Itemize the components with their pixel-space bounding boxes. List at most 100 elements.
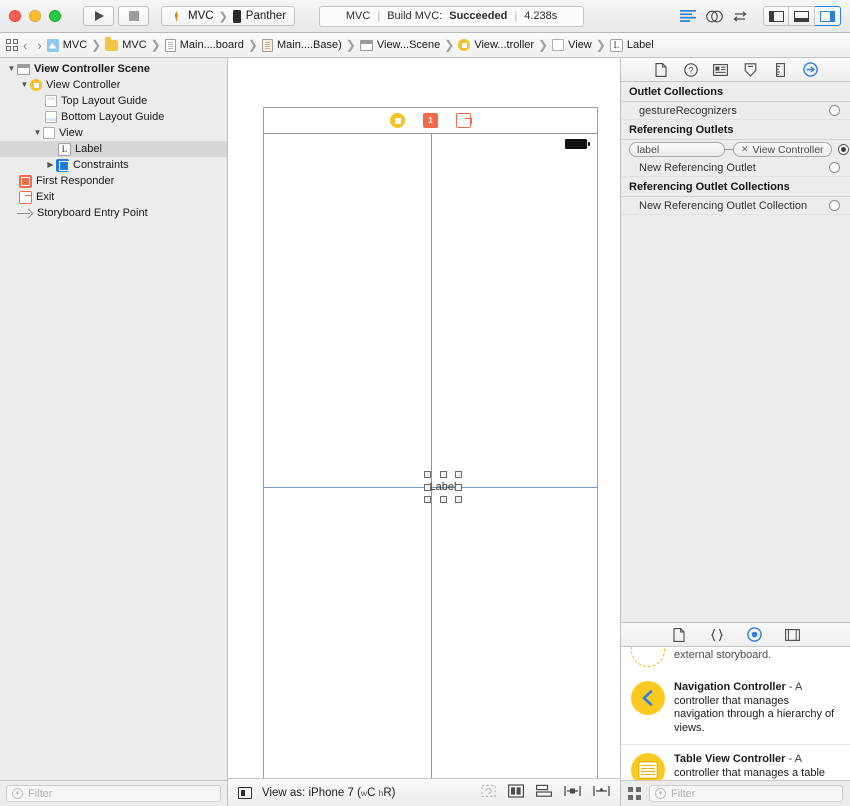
related-items-icon[interactable]	[6, 39, 18, 51]
resolve-issues-icon[interactable]	[593, 784, 610, 801]
breadcrumb-separator: ❯	[444, 38, 455, 52]
outline-row-exit[interactable]: Exit	[0, 189, 227, 205]
resize-handle-top-right[interactable]	[455, 471, 462, 478]
folder-icon	[105, 37, 119, 51]
toggle-navigator-button[interactable]	[763, 6, 789, 26]
outline-row-view[interactable]: ▼ View	[0, 125, 227, 141]
update-frames-icon[interactable]	[481, 784, 496, 801]
outlet-source-pill[interactable]: label	[629, 142, 725, 157]
pin-icon[interactable]	[564, 784, 581, 801]
size-inspector-tab[interactable]	[772, 61, 790, 79]
outline-row-label[interactable]: L Label	[0, 141, 227, 157]
status-result: Succeeded	[449, 10, 508, 22]
breadcrumb-item-view[interactable]: View	[552, 39, 592, 51]
minimize-window-button[interactable]	[29, 10, 41, 22]
localized-file-icon	[261, 38, 273, 52]
breadcrumb-item-project[interactable]: MVC	[46, 38, 87, 52]
disconnect-icon[interactable]: ✕	[741, 144, 749, 155]
outline-row-constraints[interactable]: ▶ Constraints	[0, 157, 227, 173]
breadcrumb-item-folder[interactable]: MVC	[105, 37, 147, 51]
file-inspector-tab[interactable]	[652, 61, 670, 79]
code-snippet-library-tab[interactable]	[708, 626, 726, 644]
toggle-utilities-button[interactable]	[815, 6, 841, 26]
resize-handle-bottom-center[interactable]	[439, 496, 447, 503]
disclosure-triangle-open-icon[interactable]: ▼	[6, 65, 17, 73]
view-as-icon[interactable]	[238, 786, 252, 799]
library-item-title: Table View Controller	[674, 753, 786, 765]
breadcrumb-item-view-controller[interactable]: View...troller	[458, 39, 534, 51]
status-action: Build MVC:	[387, 10, 443, 22]
version-editor-button[interactable]	[727, 6, 753, 27]
view-controller-scene-canvas[interactable]: 1 Label	[263, 107, 598, 778]
connection-row-new-referencing-outlet-collection[interactable]: New Referencing Outlet Collection	[621, 197, 850, 215]
selected-label-element[interactable]: Label	[424, 471, 462, 503]
outlet-target-pill[interactable]: ✕ View Controller	[733, 142, 832, 157]
object-library-list[interactable]: external storyboard. Navigation Controll…	[621, 647, 850, 780]
outline-filter-field[interactable]: ▼ Filter	[6, 785, 221, 802]
assistant-editor-button[interactable]	[701, 6, 727, 27]
resize-handle-middle-right[interactable]	[455, 483, 462, 491]
resize-handle-bottom-left[interactable]	[424, 496, 431, 503]
library-filter-bar: ▼ Filter	[621, 780, 850, 806]
resize-handle-bottom-right[interactable]	[455, 496, 462, 503]
storyboard-canvas[interactable]: 1 Label	[228, 58, 620, 778]
resize-handle-middle-left[interactable]	[424, 483, 431, 491]
breadcrumb-item-label[interactable]: L Label	[609, 38, 654, 52]
filter-placeholder: Filter	[28, 787, 53, 800]
scheme-selector[interactable]: MVC ❯ Panther	[161, 6, 296, 26]
quick-help-inspector-tab[interactable]: ?	[682, 61, 700, 79]
view-as-text[interactable]: View as: iPhone 7 (wC hR)	[262, 787, 395, 799]
standard-editor-button[interactable]	[675, 6, 701, 27]
media-library-tab[interactable]	[784, 626, 802, 644]
outline-row-view-controller-scene[interactable]: ▼ View Controller Scene	[0, 61, 227, 77]
breadcrumb-item-localization[interactable]: Main....Base)	[261, 38, 342, 52]
library-view-mode-icon[interactable]	[628, 787, 641, 800]
first-responder-icon[interactable]: 1	[423, 113, 438, 128]
view-controller-icon	[458, 39, 471, 51]
outline-row-bottom-layout-guide[interactable]: Bottom Layout Guide	[0, 109, 227, 125]
library-item-navigation-controller[interactable]: Navigation Controller - A controller tha…	[621, 673, 850, 745]
outline-row-top-layout-guide[interactable]: Top Layout Guide	[0, 93, 227, 109]
go-back-button[interactable]: ‹	[18, 38, 32, 53]
toggle-debug-area-button[interactable]	[789, 6, 815, 26]
connection-row-new-referencing-outlet[interactable]: New Referencing Outlet	[621, 159, 850, 177]
outline-row-view-controller[interactable]: ▼ View Controller	[0, 77, 227, 93]
breadcrumb-item-storyboard[interactable]: Main....board	[164, 38, 244, 52]
connections-inspector-tab[interactable]	[802, 61, 820, 79]
exit-icon[interactable]	[456, 113, 472, 128]
object-library-tab[interactable]	[746, 626, 764, 644]
resize-handle-top-left[interactable]	[424, 471, 431, 478]
resize-handle-top-center[interactable]	[439, 471, 447, 478]
run-button[interactable]	[83, 6, 114, 26]
disclosure-triangle-open-icon[interactable]: ▼	[19, 81, 30, 89]
identity-inspector-tab[interactable]	[712, 61, 730, 79]
stop-button[interactable]	[118, 6, 149, 26]
connection-well[interactable]	[829, 162, 840, 173]
file-template-library-tab[interactable]	[670, 626, 688, 644]
vertical-alignment-guide	[430, 134, 432, 778]
connection-well[interactable]	[829, 105, 840, 116]
connection-well-connected[interactable]	[837, 144, 849, 155]
connection-row-gesture-recognizers[interactable]: gestureRecognizers	[621, 102, 850, 120]
zoom-window-button[interactable]	[49, 10, 61, 22]
library-item-table-view-controller[interactable]: Table View Controller - A controller tha…	[621, 745, 850, 780]
scheme-destination: Panther	[245, 10, 287, 22]
library-item-partial[interactable]: external storyboard.	[621, 647, 850, 673]
canvas-bottom-bar: View as: iPhone 7 (wC hR)	[228, 778, 620, 806]
close-window-button[interactable]	[9, 10, 21, 22]
outline-row-storyboard-entry-point[interactable]: Storyboard Entry Point	[0, 205, 227, 221]
align-icon[interactable]	[536, 784, 553, 801]
go-forward-button[interactable]: ›	[32, 38, 46, 53]
disclosure-triangle-closed-icon[interactable]: ▶	[45, 161, 56, 169]
disclosure-triangle-open-icon[interactable]: ▼	[32, 129, 43, 137]
view-controller-icon[interactable]	[390, 113, 405, 128]
label-icon: L	[609, 38, 623, 52]
outline-row-first-responder[interactable]: First Responder	[0, 173, 227, 189]
breadcrumb-label: View	[568, 39, 592, 51]
breadcrumb-item-scene[interactable]: View...Scene	[359, 39, 440, 51]
view-as-label: View as:	[262, 786, 306, 799]
connection-well[interactable]	[829, 200, 840, 211]
attributes-inspector-tab[interactable]	[742, 61, 760, 79]
library-filter-field[interactable]: ▼ Filter	[649, 785, 843, 802]
embed-in-icon[interactable]	[508, 784, 525, 801]
